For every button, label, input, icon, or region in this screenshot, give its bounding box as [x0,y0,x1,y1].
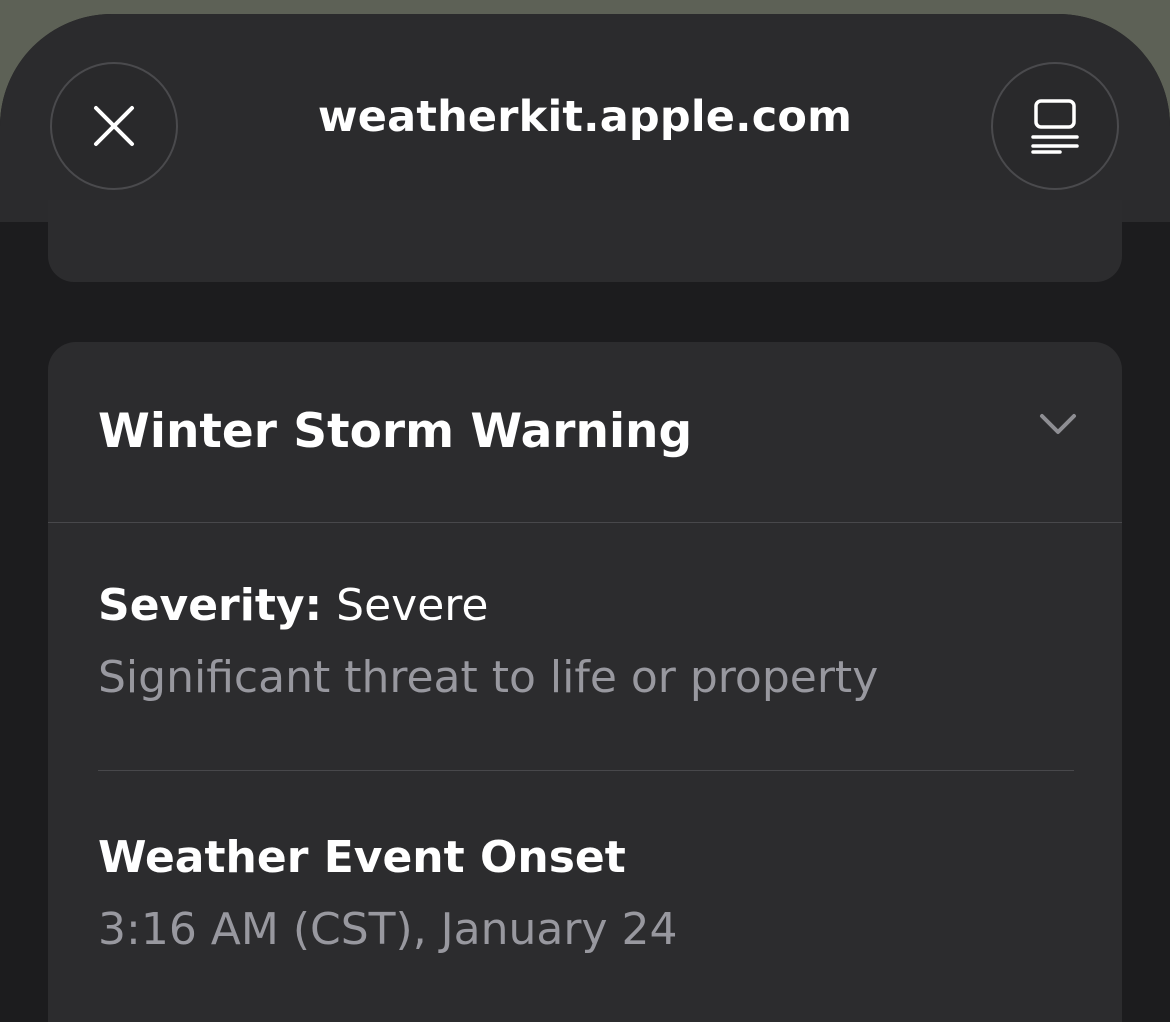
severity-line: Severity: Severe [98,580,1074,632]
severity-label: Severity: [98,580,323,631]
previous-card [48,200,1122,282]
severity-description: Significant threat to life or property [98,652,879,703]
weather-alert-card: Winter Storm Warning Severity: Severe Si… [48,342,1122,1022]
onset-row: Weather Event Onset 3:16 AM (CST), Janua… [98,832,1074,1022]
onset-label: Weather Event Onset [98,832,626,883]
reader-view-icon [1031,99,1079,154]
close-button[interactable] [50,62,178,190]
onset-value: 3:16 AM (CST), January 24 [98,904,678,955]
alert-header[interactable]: Winter Storm Warning [48,342,1122,523]
browser-navbar: weatherkit.apple.com [0,14,1170,222]
onset-line: Weather Event Onset [98,832,1074,884]
page-url-title: weatherkit.apple.com [317,92,853,142]
reader-view-button[interactable] [991,62,1119,190]
chevron-down-icon[interactable] [1038,408,1078,438]
close-icon [94,106,134,146]
severity-row: Severity: Severe Significant threat to l… [98,580,1074,771]
severity-value: Severe [336,580,489,631]
alert-title: Winter Storm Warning [98,404,693,459]
browser-sheet: weatherkit.apple.com Winter Storm Warnin… [0,14,1170,1022]
